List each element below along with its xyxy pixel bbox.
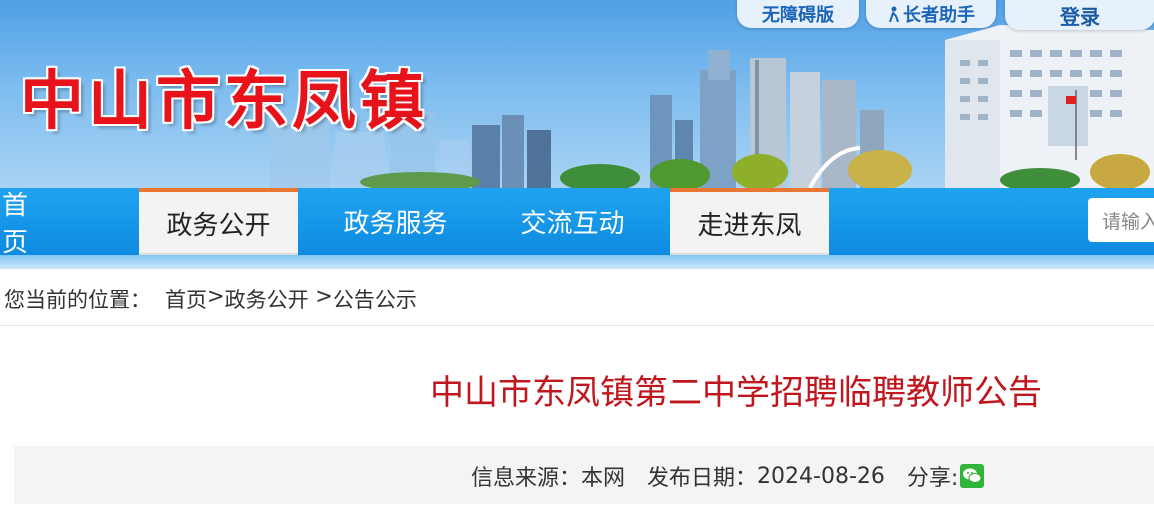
nav-item-about-dongfeng[interactable]: 走进东凤	[670, 188, 829, 255]
breadcrumb-divider	[0, 325, 1154, 326]
nav-item-home[interactable]: 首 页	[0, 188, 102, 258]
nav-item-interaction[interactable]: 交流互动	[495, 188, 650, 255]
header-banner: 中山市东凤镇 无障碍版 长者助手 登录	[0, 0, 1154, 188]
source-label: 信息来源：	[471, 466, 582, 491]
breadcrumb-government-affairs-link[interactable]: 政务公开	[225, 284, 309, 314]
nav-item-government-affairs[interactable]: 政务公开	[139, 188, 298, 255]
breadcrumb-announcements-link[interactable]: 公告公示	[333, 284, 417, 314]
breadcrumb-home-link[interactable]: 首页	[165, 284, 207, 314]
article-meta: 信息来源： 本网 发布日期： 2024-08-26 分享:	[471, 460, 985, 492]
date-label: 发布日期：	[647, 466, 758, 491]
nav-shadow-strip	[0, 255, 1154, 269]
publish-date: 2024-08-26	[757, 463, 885, 489]
source-value: 本网	[581, 466, 626, 491]
breadcrumb-separator: >	[308, 284, 333, 308]
breadcrumb-prefix: 您当前的位置：	[4, 288, 151, 312]
site-logo-text: 中山市东凤镇	[20, 65, 428, 139]
breadcrumb: 您当前的位置： 首页 > 政务公开 > 公告公示	[4, 284, 417, 314]
main-navigation: 首 页 政务公开 政务服务 交流互动 走进东凤	[0, 188, 1154, 258]
article-title: 中山市东凤镇第二中学招聘临聘教师公告	[430, 373, 1042, 413]
elder-assist-link[interactable]: 长者助手	[866, 0, 996, 28]
search-input[interactable]: 请输入	[1088, 198, 1154, 242]
breadcrumb-separator: >	[207, 284, 225, 308]
elder-assist-label: 长者助手	[903, 5, 975, 26]
elder-assist-icon	[889, 6, 899, 22]
accessibility-link[interactable]: 无障碍版	[737, 0, 859, 28]
nav-item-government-services[interactable]: 政务服务	[318, 188, 473, 255]
wechat-share-icon[interactable]	[960, 464, 985, 488]
share-label: 分享:	[906, 466, 959, 491]
login-button[interactable]: 登录	[1005, 0, 1154, 30]
